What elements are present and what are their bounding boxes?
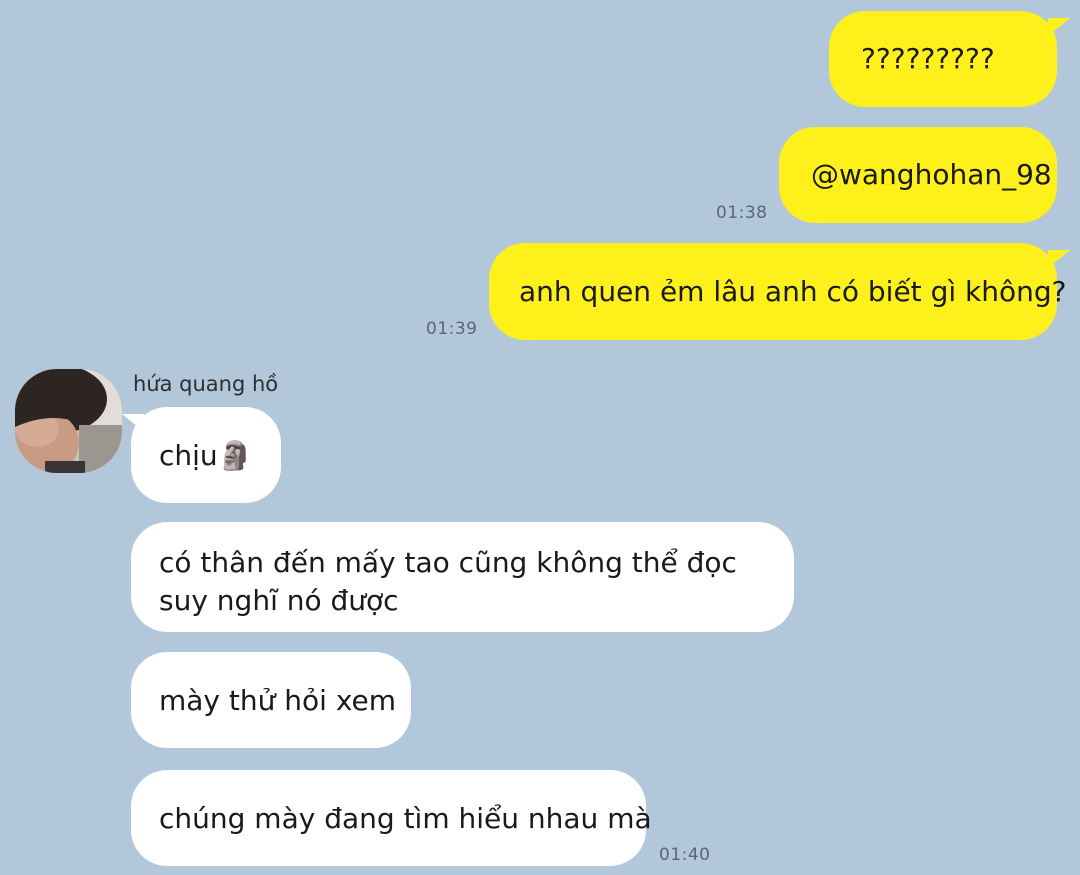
message-timestamp: 01:38 [716, 203, 768, 223]
message-timestamp: 01:39 [426, 319, 478, 339]
profile-photo [15, 369, 122, 473]
message-text: ????????? [861, 42, 995, 75]
incoming-message[interactable]: có thân đến mấy tao cũng không thể đọc s… [131, 522, 794, 632]
outgoing-message[interactable]: @wanghohan_98 [779, 127, 1057, 223]
bubble-tail [1048, 250, 1070, 268]
outgoing-message[interactable]: ????????? [829, 11, 1057, 107]
message-timestamp: 01:40 [659, 845, 711, 865]
incoming-message[interactable]: chúng mày đang tìm hiểu nhau mà [131, 770, 652, 866]
incoming-message[interactable]: chịu🗿 [131, 407, 281, 503]
bubble-tail [122, 414, 144, 432]
message-text: anh quen ẻm lâu anh có biết gì không? [519, 275, 1067, 308]
avatar[interactable] [15, 369, 122, 473]
chat-message-list[interactable]: ????????? @wanghohan_98 01:38 anh quen ẻ… [0, 0, 1080, 875]
incoming-message[interactable]: mày thử hỏi xem [131, 652, 411, 748]
outgoing-message[interactable]: anh quen ẻm lâu anh có biết gì không? [489, 243, 1067, 340]
message-text: có thân đến mấy tao cũng không thể đọc s… [159, 546, 737, 617]
message-text: chịu🗿 [159, 439, 253, 472]
sender-name: hứa quang hồ [133, 372, 279, 396]
message-text: chúng mày đang tìm hiểu nhau mà [159, 802, 652, 835]
bubble-tail [1048, 18, 1070, 36]
message-text: mày thử hỏi xem [159, 684, 397, 717]
message-text: @wanghohan_98 [811, 158, 1052, 191]
